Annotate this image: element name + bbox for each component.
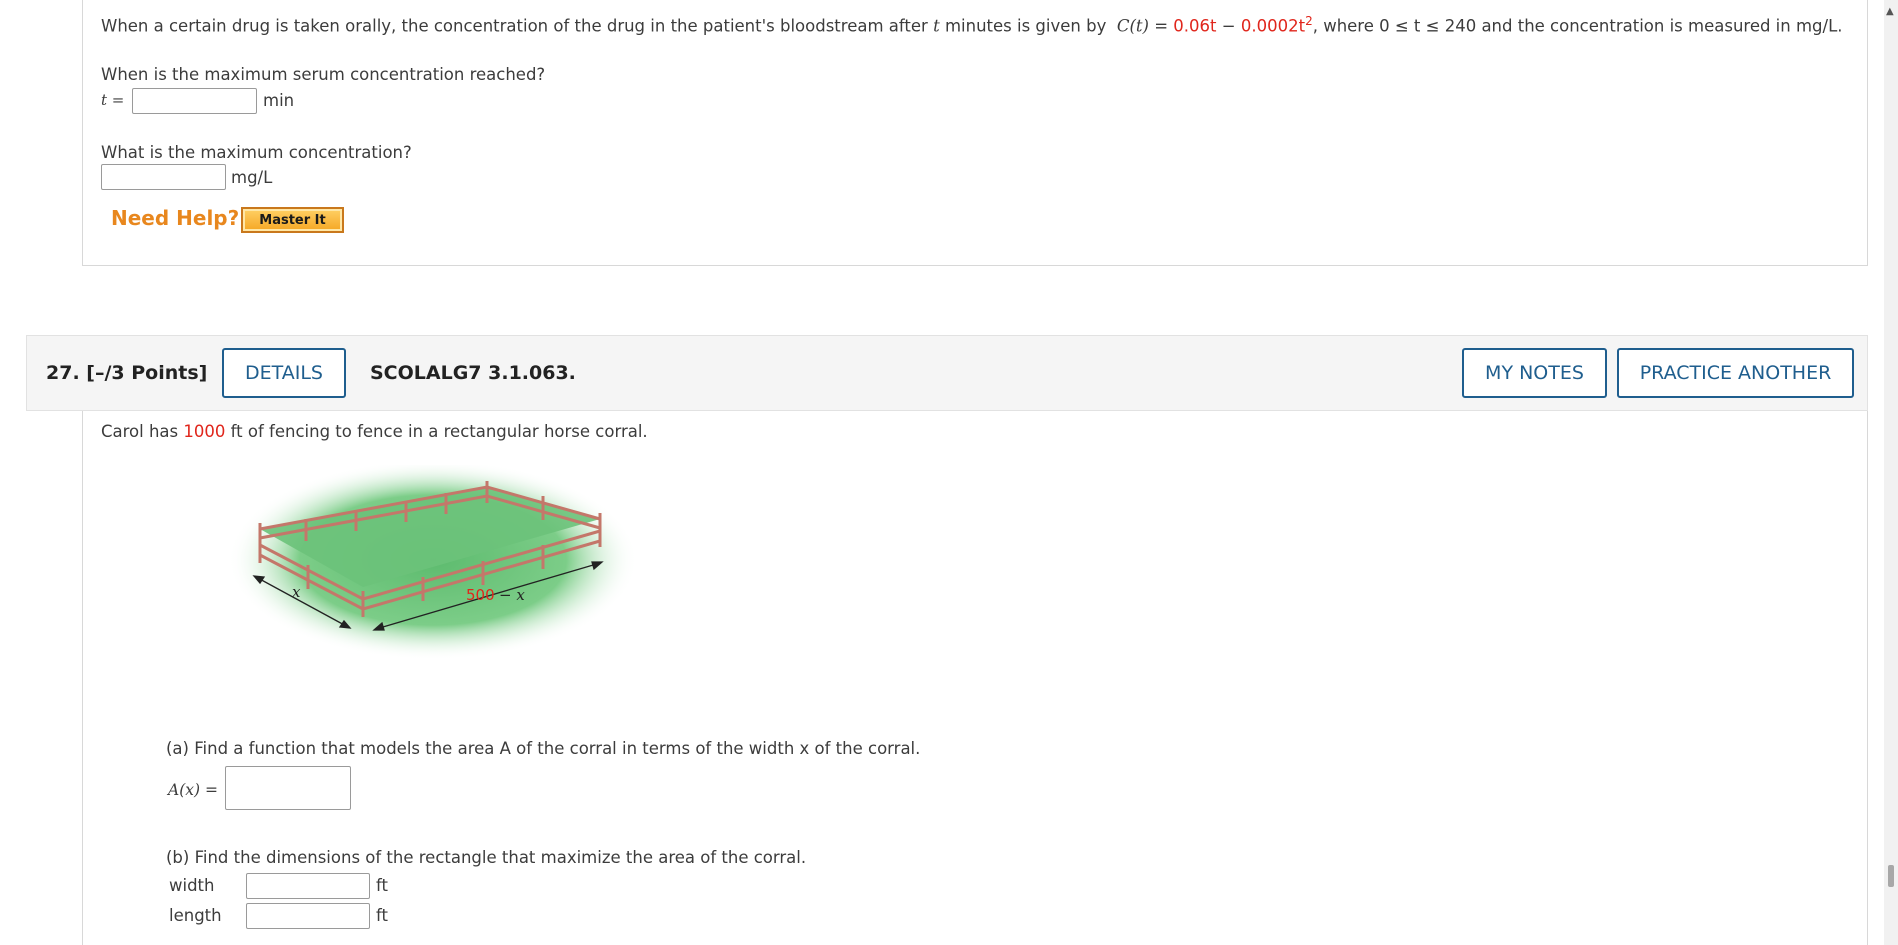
q26-t-label: t = <box>101 91 125 109</box>
question-26-panel <box>82 0 1868 266</box>
scrollbar-thumb[interactable] <box>1888 865 1894 887</box>
question-points: [–/3 Points] <box>86 362 208 384</box>
q26-time-input[interactable] <box>132 88 257 114</box>
length-label: length <box>169 906 222 925</box>
area-function-input[interactable] <box>225 766 351 810</box>
question-code: SCOLALG7 3.1.063. <box>370 362 576 384</box>
question-number: 27. [–/3 Points] <box>46 362 207 384</box>
corral-illustration: x 500 − x <box>228 465 638 660</box>
my-notes-button[interactable]: MY NOTES <box>1462 348 1607 398</box>
q26-equals: = <box>1154 16 1169 36</box>
part-a-label: A(x) = <box>168 781 218 799</box>
q27-stem: Carol has 1000 ft of fencing to fence in… <box>101 422 648 441</box>
practice-another-button[interactable]: PRACTICE ANOTHER <box>1617 348 1854 398</box>
q26-concentration-input[interactable] <box>101 164 226 190</box>
q27-fence-amount: 1000 <box>183 422 226 441</box>
q26-stem-mid: minutes is given by <box>944 16 1107 36</box>
part-a-prompt: (a) Find a function that models the area… <box>166 739 921 758</box>
q26-function-name: C(t) <box>1116 16 1149 36</box>
length-label-expr: − x <box>499 586 525 604</box>
q26-minus: − <box>1221 16 1236 36</box>
master-it-button[interactable]: Master It <box>241 207 344 233</box>
q26-stem-text: When a certain drug is taken orally, the… <box>101 16 928 36</box>
width-unit: ft <box>376 876 388 895</box>
length-input[interactable] <box>246 903 370 929</box>
q27-stem-post: ft of fencing to fence in a rectangular … <box>230 422 648 441</box>
q26-mgl-unit: mg/L <box>231 168 273 187</box>
q26-stem-suffix: , where 0 ≤ t ≤ 240 and the concentratio… <box>1312 16 1843 36</box>
width-input[interactable] <box>246 873 370 899</box>
part-b-prompt: (b) Find the dimensions of the rectangle… <box>166 848 807 867</box>
width-label: width <box>169 876 215 895</box>
q26-term-1: 0.06t <box>1173 16 1217 36</box>
q26-exponent: 2 <box>1305 14 1313 28</box>
q26-term-2: 0.0002t <box>1240 16 1306 36</box>
q27-stem-pre: Carol has <box>101 422 179 441</box>
question-number-text: 27. <box>46 362 80 384</box>
q26-stem: When a certain drug is taken orally, the… <box>101 14 1843 36</box>
width-label-x: x <box>292 583 301 601</box>
length-unit: ft <box>376 906 388 925</box>
need-help-label: Need Help? <box>111 206 240 230</box>
q26-part2-prompt: What is the maximum concentration? <box>101 143 412 162</box>
scroll-up-icon[interactable]: ▲ <box>1886 6 1894 17</box>
q26-min-unit: min <box>263 91 295 110</box>
length-label-number: 500 <box>466 586 495 604</box>
q26-part1-prompt: When is the maximum serum concentration … <box>101 65 546 84</box>
q26-stem-var: t <box>933 16 940 36</box>
details-button[interactable]: DETAILS <box>222 348 346 398</box>
vertical-scrollbar[interactable] <box>1884 0 1898 945</box>
